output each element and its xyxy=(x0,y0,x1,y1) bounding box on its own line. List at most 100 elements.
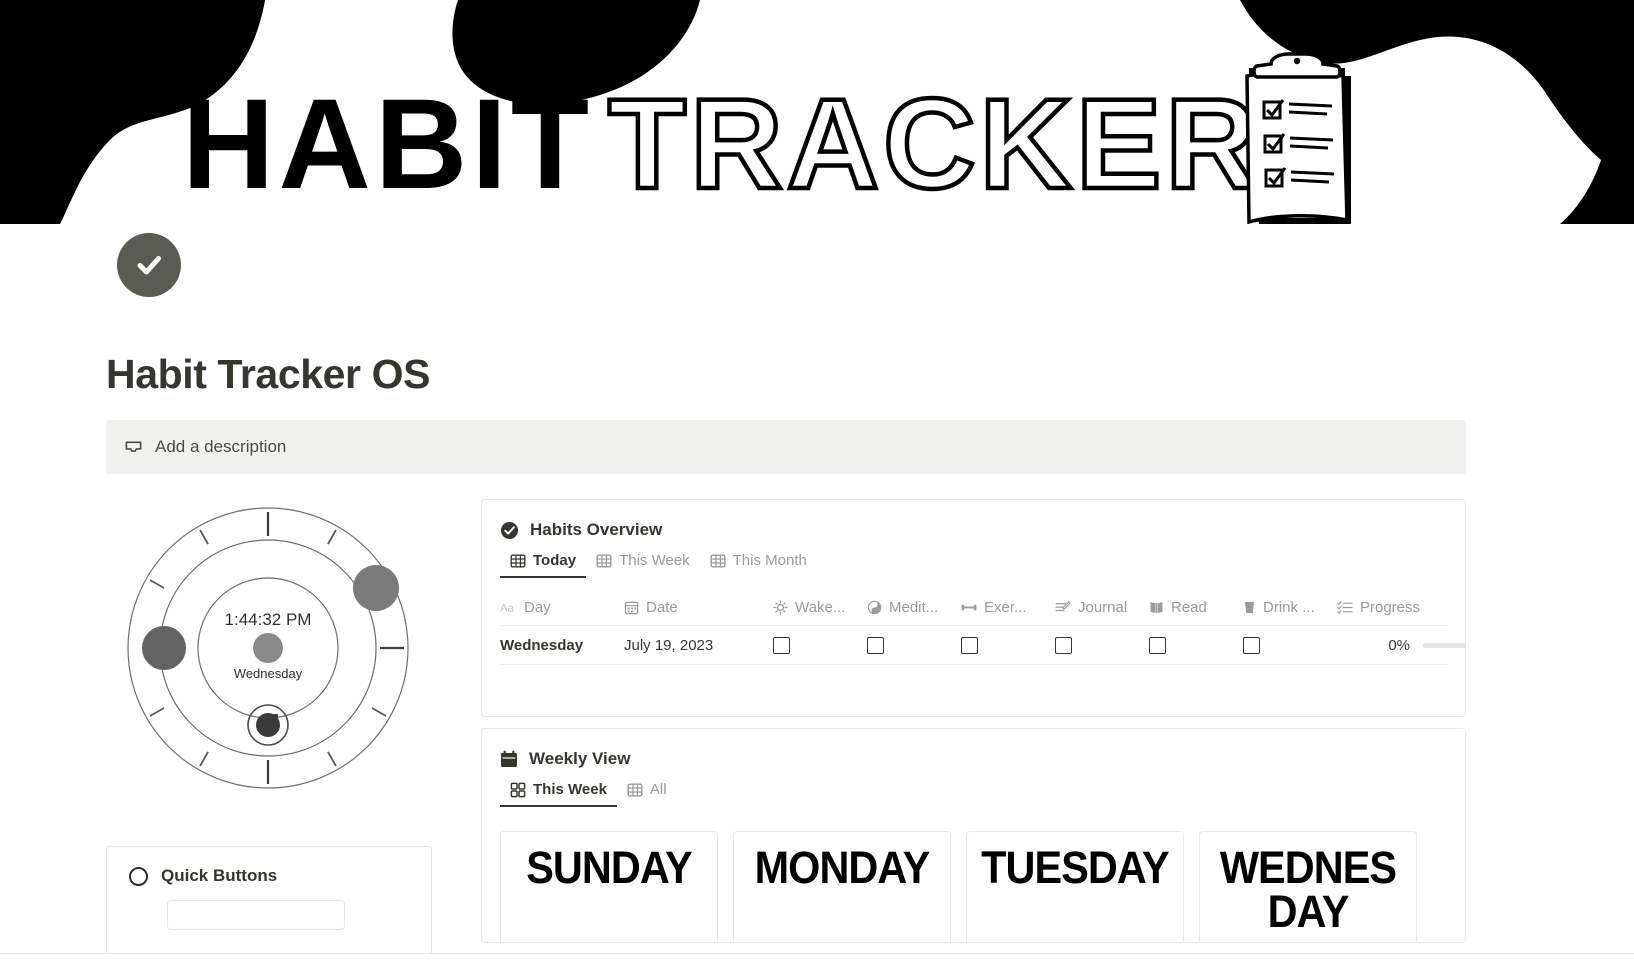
checkbox-read[interactable] xyxy=(1149,636,1166,654)
svg-text:Aa: Aa xyxy=(500,603,515,614)
table-header-row: Aa Day Date Wake... Medit... Exer... Jou… xyxy=(500,590,1447,626)
day-card-sunday[interactable]: SUNDAY xyxy=(500,831,718,942)
cell-date[interactable]: July 19, 2023 xyxy=(624,637,773,654)
cell-day[interactable]: Wednesday xyxy=(500,637,624,654)
clipboard-checklist-icon xyxy=(1245,52,1351,224)
column-header-meditate[interactable]: Medit... xyxy=(867,599,961,616)
checkbox-journal[interactable] xyxy=(1055,636,1072,654)
column-header-meditate-label: Medit... xyxy=(889,599,939,616)
cell-read[interactable] xyxy=(1149,636,1243,654)
checkbox-wake-up[interactable] xyxy=(773,636,790,654)
clock-dial xyxy=(127,507,409,789)
habits-overview-tabs: Today This Week This Month xyxy=(482,552,1465,578)
tab-today[interactable]: Today xyxy=(500,552,587,578)
weekly-view-title: Weekly View xyxy=(529,749,631,768)
add-description-bar[interactable]: Add a description xyxy=(106,420,1466,474)
tab-this-week-label: This Week xyxy=(619,552,690,569)
tab-this-month[interactable]: This Month xyxy=(700,552,817,578)
weekly-view-header: Weekly View xyxy=(482,729,1465,769)
quick-buttons-header: Quick Buttons xyxy=(107,847,431,886)
tab-this-week[interactable]: This Week xyxy=(586,552,700,578)
gallery-icon xyxy=(510,782,526,798)
cell-journal[interactable] xyxy=(1055,636,1149,654)
day-card-label: WEDNESDAY xyxy=(1219,842,1397,938)
column-header-date[interactable]: Date xyxy=(624,599,773,616)
cell-progress: 0% xyxy=(1337,636,1465,654)
clock-day-label: Wednesday xyxy=(233,666,303,681)
glass-icon xyxy=(1243,600,1256,615)
checkbox-meditate[interactable] xyxy=(867,636,884,654)
column-header-drink-water[interactable]: Drink ... xyxy=(1243,599,1337,616)
weekly-day-cards: SUNDAY MONDAY TUESDAY WEDNESDAY xyxy=(500,831,1465,942)
banner-title-outline: TRACKER xyxy=(608,73,1262,216)
app-root: HABIT TRACKER Habit Tracker OS Add a des… xyxy=(0,0,1634,964)
window-bottom-edge xyxy=(0,953,1634,964)
clock-orbit-large xyxy=(353,565,399,611)
checkbox-exercise[interactable] xyxy=(961,636,978,654)
column-header-exercise-label: Exer... xyxy=(984,599,1027,616)
title-aa-icon: Aa xyxy=(500,601,517,614)
yin-yang-icon xyxy=(867,600,882,615)
table-icon xyxy=(596,553,612,569)
check-circle-icon xyxy=(500,521,519,540)
column-header-drink-water-label: Drink ... xyxy=(1263,599,1315,616)
progress-percent: 0% xyxy=(1388,636,1410,654)
cell-wake-up[interactable] xyxy=(773,636,867,654)
description-placeholder: Add a description xyxy=(155,437,287,456)
dumbbell-icon xyxy=(961,600,977,615)
column-header-journal[interactable]: Journal xyxy=(1055,599,1149,616)
checklist-icon xyxy=(1337,600,1353,615)
calendar-icon xyxy=(500,750,518,769)
clock-time-label: 1:44:32 PM xyxy=(224,610,312,629)
calendar-icon xyxy=(624,600,639,615)
tab-this-month-label: This Month xyxy=(732,552,807,569)
day-card-wednesday[interactable]: WEDNESDAY xyxy=(1199,831,1417,942)
column-header-day[interactable]: Aa Day xyxy=(500,599,624,616)
tab-this-week[interactable]: This Week xyxy=(500,781,617,807)
column-header-progress-label: Progress xyxy=(1360,599,1421,616)
description-icon xyxy=(124,438,143,457)
banner-title-filled: HABIT xyxy=(182,73,593,216)
column-header-progress[interactable]: Progress xyxy=(1337,599,1465,616)
cell-exercise[interactable] xyxy=(961,636,1055,654)
quick-buttons-card: Quick Buttons xyxy=(106,846,432,964)
habits-table: Aa Day Date Wake... Medit... Exer... Jou… xyxy=(500,590,1465,665)
column-header-exercise[interactable]: Exer... xyxy=(961,599,1055,616)
table-row[interactable]: Wednesday July 19, 2023 0% xyxy=(500,626,1465,665)
pencil-lines-icon xyxy=(1055,600,1071,615)
table-icon xyxy=(510,553,526,569)
quick-buttons-title: Quick Buttons xyxy=(161,866,278,885)
column-header-date-label: Date xyxy=(646,599,678,616)
tab-this-week-label: This Week xyxy=(533,781,607,798)
day-card-tuesday[interactable]: TUESDAY xyxy=(966,831,1184,942)
banner-artwork: HABIT TRACKER xyxy=(0,0,1634,224)
page-title[interactable]: Habit Tracker OS xyxy=(106,350,430,399)
column-header-read[interactable]: Read xyxy=(1149,599,1243,616)
cell-drink-water[interactable] xyxy=(1243,636,1337,654)
check-icon xyxy=(137,256,161,275)
cell-meditate[interactable] xyxy=(867,636,961,654)
habits-overview-title: Habits Overview xyxy=(530,520,663,539)
book-icon xyxy=(1149,600,1164,615)
table-icon xyxy=(627,782,643,798)
tab-all-label: All xyxy=(649,781,667,798)
quick-button-placeholder[interactable] xyxy=(167,900,345,930)
page-check-circle-icon[interactable] xyxy=(117,233,181,297)
weekly-view-card: Weekly View This Week All SUNDAY MONDAY … xyxy=(481,728,1466,943)
weekly-view-tabs: This Week All xyxy=(482,781,1465,807)
day-card-monday[interactable]: MONDAY xyxy=(733,831,951,942)
clock-orbit-medium xyxy=(142,626,186,670)
column-header-read-label: Read xyxy=(1171,599,1207,616)
clock-orbit-small xyxy=(247,704,289,746)
habits-overview-card: Habits Overview Today This Week This Mon… xyxy=(481,499,1466,717)
column-header-journal-label: Journal xyxy=(1078,599,1128,616)
checkbox-drink-water[interactable] xyxy=(1243,636,1260,654)
column-header-wake-up[interactable]: Wake... xyxy=(773,599,867,616)
day-card-label: SUNDAY xyxy=(526,842,692,893)
tab-all[interactable]: All xyxy=(617,781,677,807)
column-header-wake-up-label: Wake... xyxy=(795,599,846,616)
clock-center-dot xyxy=(253,633,283,663)
day-card-label: TUESDAY xyxy=(981,842,1170,893)
column-header-day-label: Day xyxy=(524,599,551,616)
progress-bar xyxy=(1423,642,1465,648)
